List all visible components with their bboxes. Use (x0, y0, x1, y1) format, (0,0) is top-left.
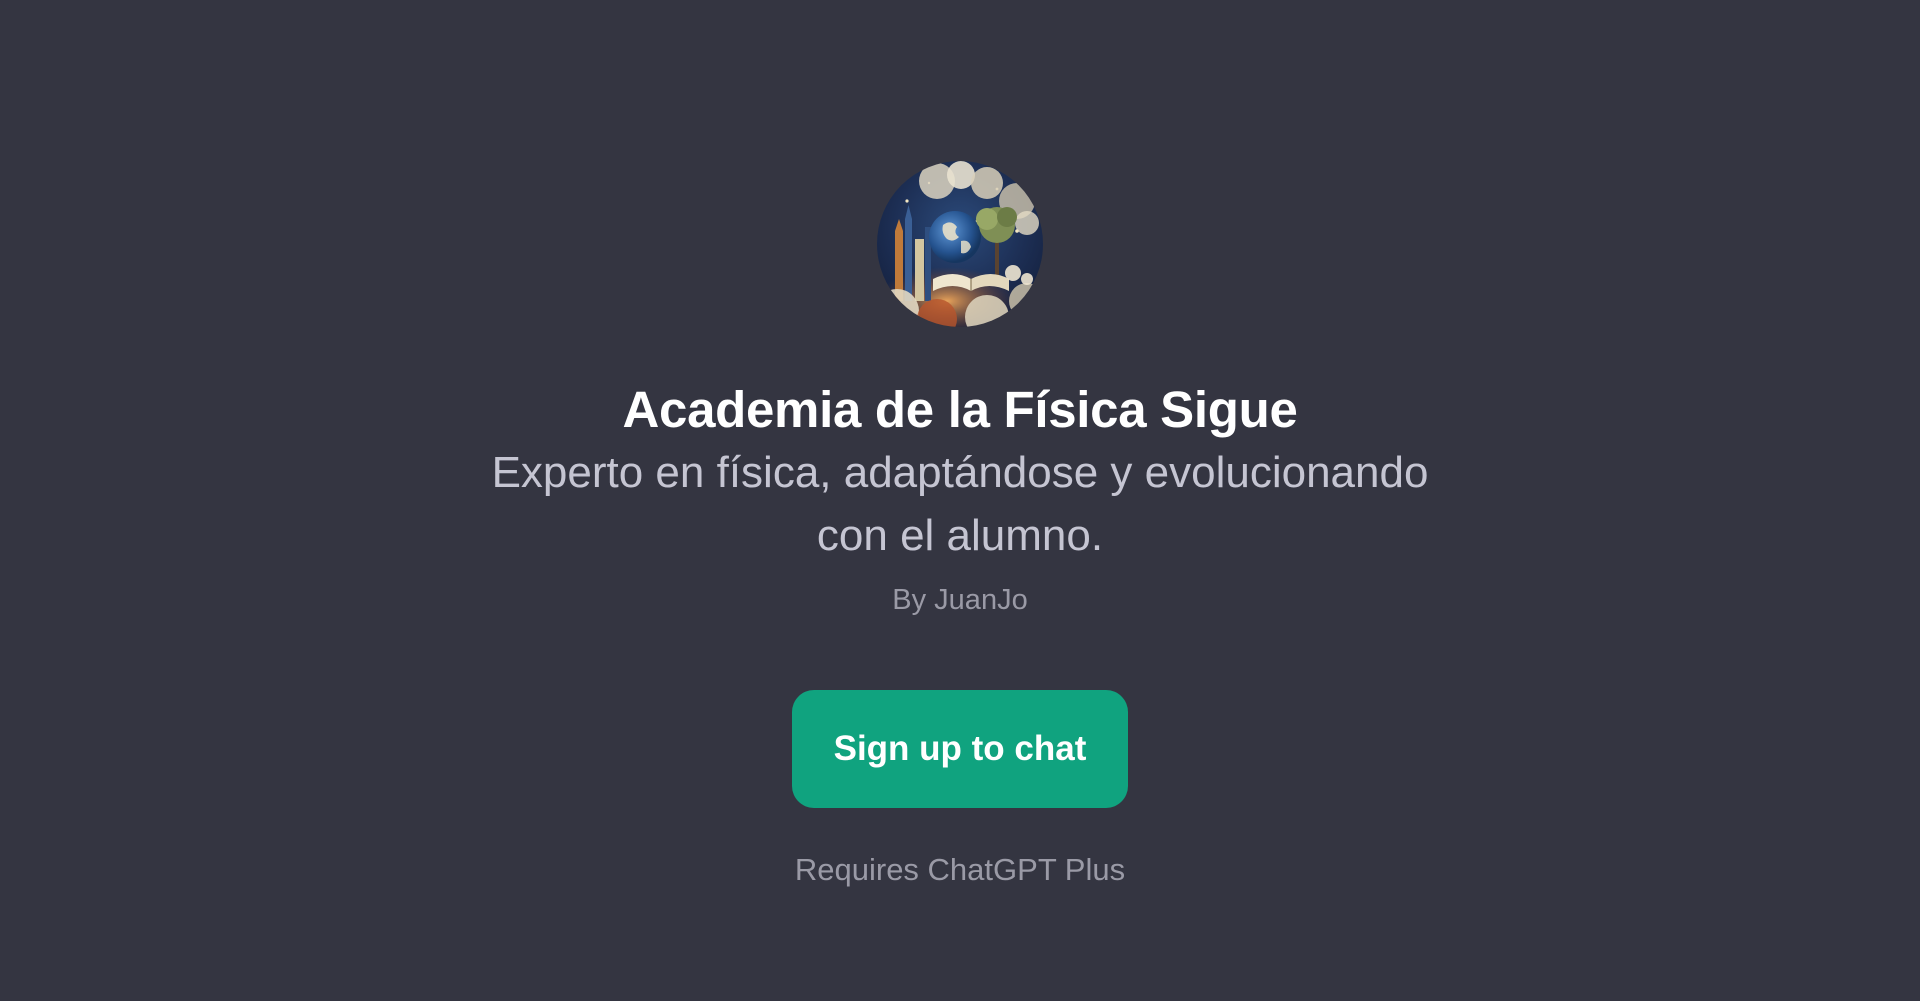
gpt-avatar (877, 161, 1043, 327)
plan-requirement-note: Requires ChatGPT Plus (794, 852, 1126, 887)
sign-up-to-chat-button[interactable]: Sign up to chat (792, 690, 1128, 808)
gpt-author: By JuanJo (892, 584, 1028, 616)
gpt-title: Academia de la Física Sigue (622, 381, 1298, 438)
gpt-avatar-image (877, 161, 1043, 327)
gpt-landing-page: Academia de la Física Sigue Experto en f… (0, 0, 1920, 1001)
gpt-description: Experto en física, adaptándose y evoluci… (491, 448, 1429, 560)
